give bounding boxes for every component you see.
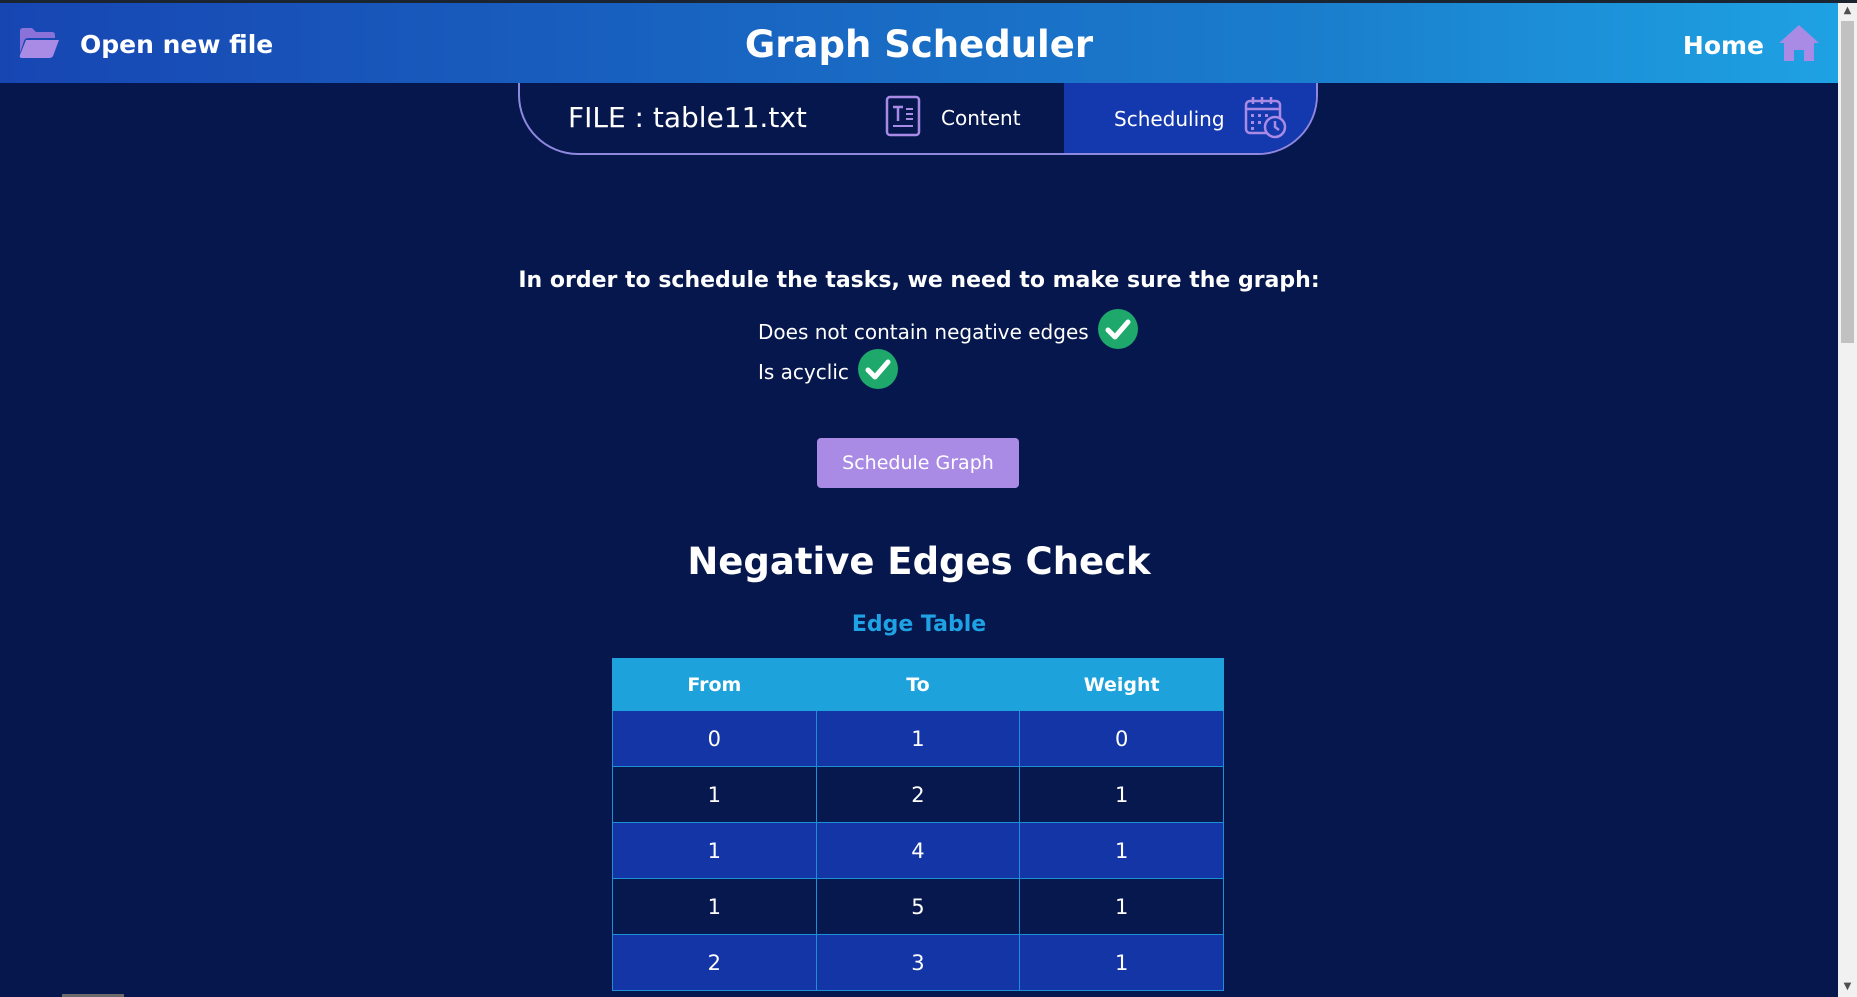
cell-from: 1 bbox=[612, 766, 817, 823]
scroll-up-arrow-icon[interactable]: ▲ bbox=[1838, 5, 1857, 19]
cell-to: 5 bbox=[815, 878, 1021, 935]
cell-to: 3 bbox=[815, 934, 1021, 991]
tab-content-label: Content bbox=[941, 106, 1021, 130]
edge-table-title: Edge Table bbox=[851, 612, 987, 637]
edge-table: From To Weight 0 1 0 1 2 1 1 4 1 1 5 1 2… bbox=[612, 658, 1224, 991]
requirements-intro: In order to schedule the tasks, we need … bbox=[518, 268, 1320, 293]
table-row: 1 5 1 bbox=[612, 878, 1224, 935]
cell-from: 1 bbox=[612, 822, 817, 879]
tab-scheduling[interactable]: Scheduling bbox=[1064, 83, 1316, 153]
tab-scheduling-label: Scheduling bbox=[1114, 107, 1225, 131]
tab-content[interactable]: Content bbox=[885, 95, 1021, 141]
cell-weight: 1 bbox=[1019, 878, 1224, 935]
app-title: Graph Scheduler bbox=[744, 23, 1094, 66]
cell-to: 2 bbox=[815, 766, 1021, 823]
cell-to: 4 bbox=[815, 822, 1021, 879]
table-row: 1 2 1 bbox=[612, 766, 1224, 823]
cell-weight: 1 bbox=[1019, 934, 1224, 991]
cell-from: 0 bbox=[612, 710, 817, 767]
home-icon bbox=[1778, 23, 1820, 67]
cell-from: 1 bbox=[612, 878, 817, 935]
column-header-weight: Weight bbox=[1019, 658, 1224, 711]
check-circle-icon bbox=[857, 348, 899, 395]
requirement-acyclic: Is acyclic bbox=[758, 348, 899, 395]
vertical-scrollbar[interactable]: ▲ ▼ bbox=[1838, 3, 1857, 997]
section-title: Negative Edges Check bbox=[687, 540, 1151, 583]
app-header: Open new file Graph Scheduler Home bbox=[0, 3, 1838, 83]
requirement-label: Does not contain negative edges bbox=[758, 319, 1089, 344]
scroll-down-arrow-icon[interactable]: ▼ bbox=[1838, 981, 1857, 995]
table-row: 2 3 1 bbox=[612, 934, 1224, 991]
home-label: Home bbox=[1682, 30, 1764, 60]
cell-weight: 1 bbox=[1019, 822, 1224, 879]
scrollbar-thumb[interactable] bbox=[1841, 21, 1854, 343]
column-header-to: To bbox=[815, 658, 1021, 711]
file-name-label: FILE : table11.txt bbox=[568, 101, 807, 134]
table-header-row: From To Weight bbox=[612, 658, 1224, 711]
column-header-from: From bbox=[612, 658, 817, 711]
cell-weight: 0 bbox=[1019, 710, 1224, 767]
cell-from: 2 bbox=[612, 934, 817, 991]
home-button[interactable]: Home bbox=[1683, 23, 1820, 67]
text-document-icon bbox=[885, 95, 921, 141]
schedule-graph-button[interactable]: Schedule Graph bbox=[817, 438, 1019, 488]
check-circle-icon bbox=[1097, 308, 1139, 355]
table-row: 0 1 0 bbox=[612, 710, 1224, 767]
file-tab-bar: FILE : table11.txt Content Scheduling bbox=[518, 83, 1318, 155]
calendar-clock-icon bbox=[1243, 95, 1287, 143]
cell-to: 1 bbox=[815, 710, 1021, 767]
requirement-label: Is acyclic bbox=[758, 359, 849, 384]
table-row: 1 4 1 bbox=[612, 822, 1224, 879]
cell-weight: 1 bbox=[1019, 766, 1224, 823]
